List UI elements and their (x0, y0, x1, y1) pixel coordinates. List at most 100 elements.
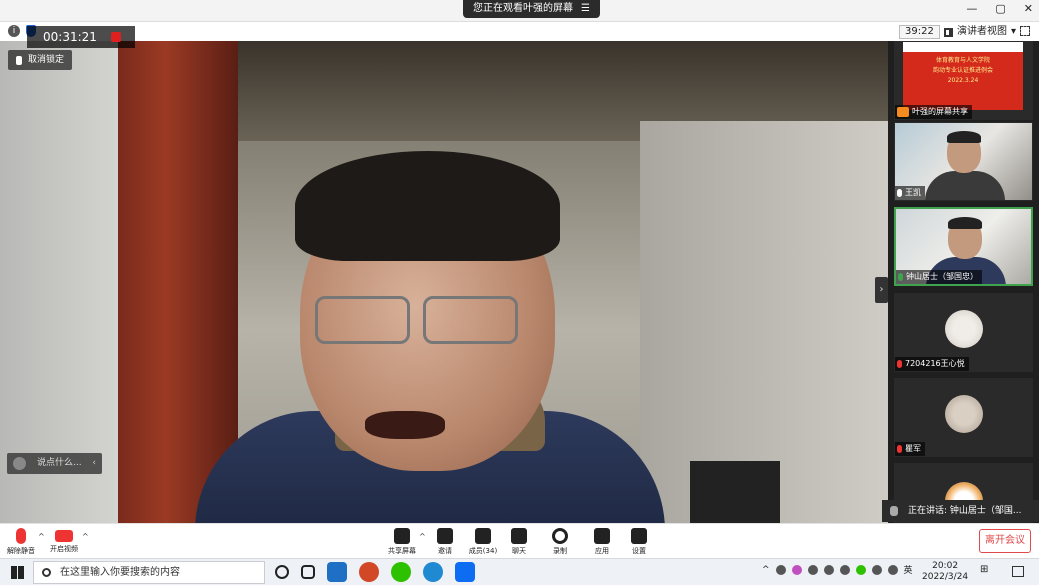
taskbar-search-input[interactable]: 在这里输入你要搜索的内容 (33, 561, 265, 584)
shared-slide-thumbnail: 体育教育与人文学院 韵动专业认证推进例会 2022.3.24 (903, 42, 1023, 110)
clock-time: 20:02 (932, 561, 959, 571)
chevron-up-icon[interactable]: ^ (82, 532, 89, 541)
speaker-view-icon (944, 27, 953, 37)
participant-tile[interactable]: 7204216王心悦 (894, 293, 1033, 372)
network-icon[interactable] (775, 564, 786, 575)
app-tray-icon[interactable] (791, 564, 802, 575)
share-screen-button[interactable]: 共享屏幕 (381, 527, 423, 557)
powerpoint-icon[interactable] (359, 562, 379, 582)
speaker-mouth (365, 411, 445, 439)
participant-hair (947, 131, 981, 143)
gear-icon (631, 528, 647, 544)
minimize-button[interactable]: — (966, 2, 977, 15)
system-tray: ^ 英 (762, 563, 913, 576)
wechat-tray-icon[interactable] (855, 564, 866, 575)
participant-tile[interactable]: 体育教育与人文学院 韵动专业认证推进例会 2022.3.24 叶强的屏幕共享 (894, 41, 1033, 120)
unpin-video-button[interactable]: 取消锁定 (8, 50, 73, 70)
clock-date: 2022/3/24 (922, 572, 969, 582)
panel-toggle-button[interactable]: › (875, 277, 888, 303)
keyboard-layout-icon[interactable]: ⊞ (980, 564, 988, 575)
chevron-up-icon[interactable]: ^ (762, 565, 770, 575)
fullscreen-icon[interactable] (1020, 26, 1030, 36)
info-icon[interactable]: i (8, 25, 20, 37)
participant-name: 瞿军 (905, 444, 921, 453)
speaker-glasses (423, 296, 518, 344)
volume-icon[interactable] (887, 564, 898, 575)
task-view-icon[interactable] (301, 565, 315, 579)
wechat-icon[interactable] (391, 562, 411, 582)
members-label: 成员(34) (468, 547, 498, 555)
chat-icon (511, 528, 527, 544)
search-placeholder: 在这里输入你要搜索的内容 (60, 567, 180, 578)
settings-button[interactable]: 设置 (618, 527, 660, 557)
invite-button[interactable]: 邀请 (424, 527, 466, 557)
participant-hair (948, 217, 982, 229)
camera-off-icon (55, 530, 73, 542)
cloud-icon[interactable] (807, 564, 818, 575)
cortana-icon[interactable] (275, 565, 289, 579)
battery-icon[interactable] (871, 564, 882, 575)
quick-chat-input[interactable]: 说点什么... ‹ (7, 453, 102, 474)
apps-label: 应用 (595, 547, 609, 555)
notification-icon[interactable] (1012, 566, 1024, 577)
chat-button[interactable]: 聊天 (498, 527, 540, 557)
timer-text: 00:31:21 (43, 30, 97, 44)
display-icon[interactable] (839, 564, 850, 575)
share-screen-icon (394, 528, 410, 544)
microphone-icon[interactable] (823, 564, 834, 575)
video-background (0, 41, 130, 523)
participant-tile-active[interactable]: 钟山居士（邹国忠） (894, 207, 1033, 286)
slide-header-strip (903, 42, 1023, 52)
microphone-muted-icon (897, 360, 902, 368)
main-speaker-video[interactable] (0, 41, 888, 523)
share-screen-label: 共享屏幕 (388, 547, 416, 555)
microphone-icon (897, 189, 902, 197)
unmute-label: 解除静音 (7, 547, 35, 555)
close-button[interactable]: ✕ (1024, 2, 1033, 15)
taskbar-clock[interactable]: 20:02 2022/3/24 (922, 561, 968, 583)
maximize-button[interactable]: ▢ (995, 2, 1005, 15)
slide-line: 体育教育与人文学院 (935, 57, 990, 64)
participant-tile[interactable]: 王凯 (894, 122, 1033, 201)
speaker-hair (295, 151, 560, 261)
microphone-muted-icon (897, 445, 902, 453)
speaker-mic-icon (890, 506, 898, 516)
participant-name: 钟山居士（邹国忠） (906, 272, 978, 281)
pin-icon (16, 55, 22, 65)
mail-icon[interactable] (327, 562, 347, 582)
participant-name-tag: 7204216王心悦 (895, 357, 969, 371)
video-background (690, 461, 780, 523)
emoji-icon[interactable] (13, 457, 26, 470)
view-mode-label: 演讲者视图 (957, 26, 1007, 37)
leave-meeting-button[interactable]: 离开会议 (979, 529, 1031, 553)
tencent-meeting-icon[interactable] (455, 562, 475, 582)
chevron-left-icon[interactable]: ‹ (92, 453, 96, 474)
share-banner[interactable]: 您正在观看叶强的屏幕 ☰ (463, 0, 600, 18)
menu-icon[interactable]: ☰ (581, 0, 590, 18)
windows-start-icon[interactable] (11, 566, 24, 579)
speaker-glasses (315, 296, 410, 344)
view-mode-button[interactable]: 演讲者视图 ▾ (940, 24, 1020, 40)
apps-button[interactable]: 应用 (581, 527, 623, 557)
participant-tile[interactable]: 瞿军 (894, 378, 1033, 457)
start-video-button[interactable]: 开启视频 (43, 527, 85, 557)
edge-icon[interactable] (423, 562, 443, 582)
screen-share-icon (897, 107, 909, 117)
participant-name: 王凯 (905, 188, 921, 197)
participant-name-tag: 瞿军 (895, 442, 925, 456)
unmute-button[interactable]: 解除静音 (0, 527, 42, 557)
unpin-label: 取消锁定 (28, 55, 65, 65)
members-icon (475, 528, 491, 544)
participant-gallery: 体育教育与人文学院 韵动专业认证推进例会 2022.3.24 叶强的屏幕共享 王… (888, 41, 1039, 523)
start-video-label: 开启视频 (50, 545, 78, 553)
ime-language[interactable]: 英 (904, 563, 913, 576)
record-indicator-icon[interactable] (111, 32, 121, 42)
meeting-window: 您正在观看叶强的屏幕 ☰ — ▢ ✕ i 39:22 演讲者视图 ▾ 00:31… (0, 0, 1039, 585)
invite-label: 邀请 (438, 547, 452, 555)
participant-name: 叶强的屏幕共享 (912, 107, 968, 116)
record-button[interactable]: 录制 (539, 527, 581, 557)
recording-timer: 00:31:21 (27, 26, 135, 48)
apps-icon (594, 528, 610, 544)
meeting-toolbar: 解除静音 ^ 开启视频 ^ 共享屏幕 ^ 邀请 成员(34) 聊天 录制 应用 … (0, 523, 1039, 558)
record-label: 录制 (553, 547, 567, 555)
